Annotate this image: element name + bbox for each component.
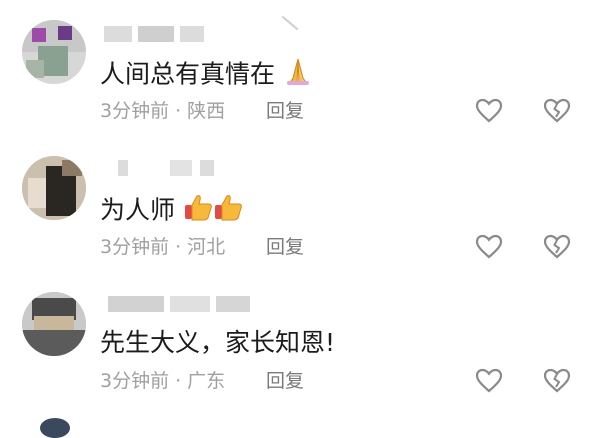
divider-stroke (281, 15, 299, 31)
comment-item: 人间总有真情在 3分钟前 · 陕西 回复 (0, 0, 600, 135)
broken-heart-icon[interactable] (543, 367, 571, 395)
comment-meta: 3分钟前 · 陕西 (100, 98, 225, 124)
comment-item: 先生大义，家长知恩! 3分钟前 · 广东 回复 (0, 272, 600, 407)
meta-dot: · (175, 100, 182, 122)
broken-heart-icon[interactable] (543, 233, 571, 261)
broken-heart-icon[interactable] (543, 97, 571, 125)
comment-location: 广东 (187, 370, 226, 392)
heart-outline-icon[interactable] (475, 367, 503, 395)
reply-button[interactable]: 回复 (266, 234, 304, 260)
thumbs-up-icon (213, 192, 243, 231)
heart-outline-icon[interactable] (475, 233, 503, 261)
comment-text: 人间总有真情在 (100, 56, 313, 95)
comment-meta: 3分钟前 · 河北 (100, 234, 225, 260)
avatar[interactable] (22, 292, 86, 356)
pray-emoji-icon (283, 56, 313, 95)
avatar[interactable] (22, 20, 86, 84)
comment-meta: 3分钟前 · 广东 (100, 368, 225, 394)
comment-text: 先生大义，家长知恩! (100, 326, 335, 360)
comment-time: 3分钟前 (100, 100, 170, 122)
comment-text-content: 为人师 (100, 195, 176, 225)
comment-text-content: 先生大义，家长知恩! (100, 328, 336, 357)
comment-time: 3分钟前 (100, 236, 170, 258)
comment-time: 3分钟前 (100, 370, 170, 392)
meta-dot: · (175, 370, 182, 392)
comment-item: 为人师 3分钟前 · 河北 回复 (0, 136, 600, 271)
thumbs-up-icon (183, 192, 213, 231)
heart-outline-icon[interactable] (475, 97, 503, 125)
comment-text-content: 人间总有真情在 (100, 59, 276, 89)
comment-location: 陕西 (187, 100, 226, 122)
avatar[interactable] (22, 156, 86, 220)
comment-text: 为人师 (100, 192, 243, 231)
comment-location: 河北 (187, 236, 226, 258)
next-avatar-partial (40, 418, 70, 438)
reply-button[interactable]: 回复 (266, 368, 304, 394)
reply-button[interactable]: 回复 (266, 98, 304, 124)
meta-dot: · (175, 236, 182, 258)
